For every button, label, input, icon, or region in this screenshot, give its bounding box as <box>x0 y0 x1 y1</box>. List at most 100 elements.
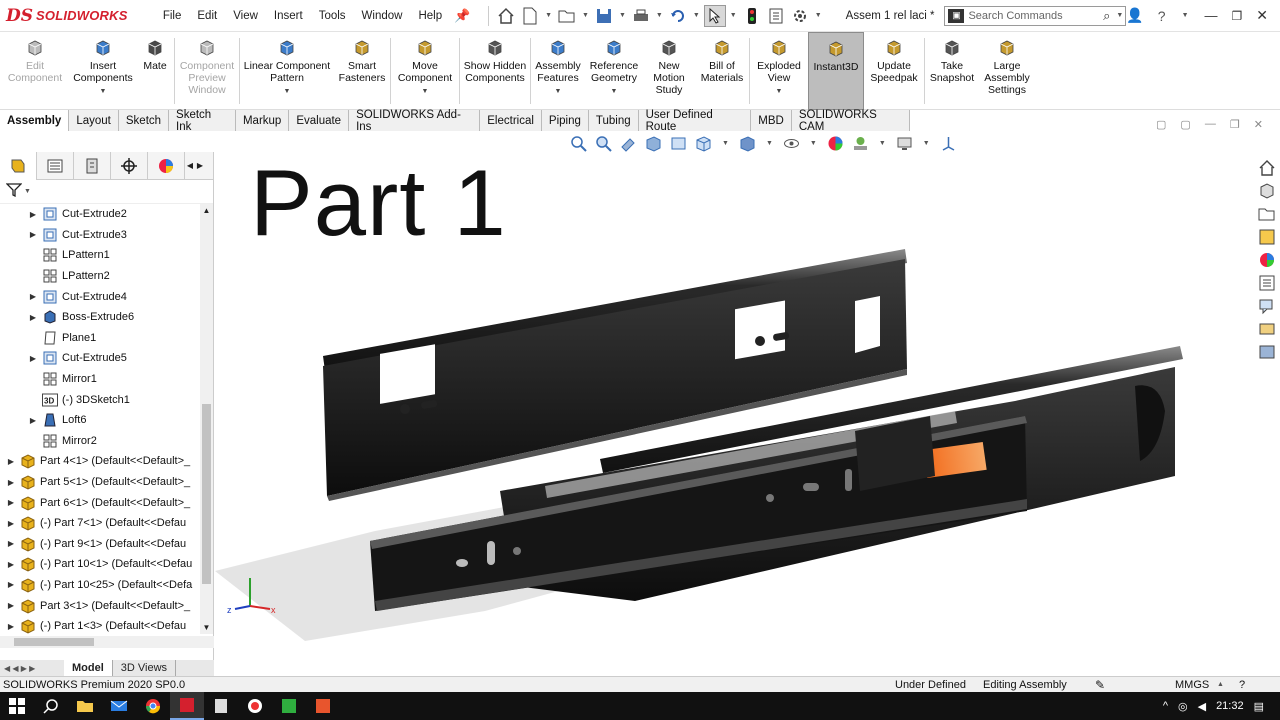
chrome-taskbar-icon[interactable] <box>136 692 170 720</box>
doc-restore-icon[interactable]: ❐ <box>1230 118 1240 131</box>
doc-close-icon[interactable]: ✕ <box>1254 118 1263 131</box>
tab-scroll-right-icon[interactable]: ▶ <box>195 161 205 170</box>
search-dropdown-icon[interactable]: ▼ <box>1116 12 1123 19</box>
expand-arrow-icon[interactable]: ▶ <box>6 601 16 610</box>
display-manager-tab-icon[interactable] <box>148 151 185 180</box>
expand-arrow-icon[interactable]: ▶ <box>6 539 16 548</box>
tab-model[interactable]: Model <box>64 660 113 676</box>
tree-node[interactable]: Mirror1 <box>0 369 200 390</box>
scroll-up-icon[interactable]: ▲ <box>200 204 213 215</box>
tree-hscroll-thumb[interactable] <box>14 638 94 646</box>
new-motion-study-button[interactable]: New Motion Study <box>643 32 695 110</box>
command-dropdown-icon[interactable]: ▼ <box>100 86 107 98</box>
options-dropdown-icon[interactable]: ▼ <box>815 12 822 19</box>
tree-node[interactable]: Mirror2 <box>0 431 200 452</box>
insert-components-button[interactable]: Insert Components ▼ <box>70 32 136 110</box>
tree-node[interactable]: ▶ Part 5<1> (Default<<Default>_ <box>0 472 200 493</box>
tree-node[interactable]: ▶ Boss-Extrude6 <box>0 307 200 328</box>
tab-solidworks-cam[interactable]: SOLIDWORKS CAM <box>791 109 910 133</box>
camtasia-taskbar-icon[interactable] <box>272 692 306 720</box>
menu-window[interactable]: Window <box>354 10 411 22</box>
custom-properties-icon[interactable] <box>1257 273 1277 293</box>
command-dropdown-icon[interactable]: ▼ <box>776 86 783 98</box>
expand-arrow-icon[interactable]: ▶ <box>6 478 16 487</box>
expand-arrow-icon[interactable]: ▶ <box>28 416 38 425</box>
update-speedpak-button[interactable]: Update Speedpak <box>864 32 924 110</box>
menu-tools[interactable]: Tools <box>311 10 354 22</box>
tab-assembly[interactable]: Assembly <box>0 110 70 131</box>
graphics-area[interactable]: ▼ ▼ ▼ ▼ ▼ Part 1 x z <box>215 131 1253 676</box>
mate-button[interactable]: Mate <box>136 32 174 110</box>
taskbar-search-icon[interactable] <box>34 692 68 720</box>
expand-arrow-icon[interactable]: ▶ <box>28 210 38 219</box>
large-assembly-settings-button[interactable]: Large Assembly Settings <box>979 32 1035 110</box>
file-explorer-taskbar-icon[interactable] <box>68 692 102 720</box>
tab-solidworks-add-ins[interactable]: SOLIDWORKS Add-Ins <box>349 109 481 133</box>
new-dropdown-icon[interactable]: ▼ <box>545 12 552 19</box>
show-hidden-components-button[interactable]: Show Hidden Components <box>460 32 530 110</box>
restore-icon[interactable]: ❐ <box>1232 9 1243 23</box>
tree-vertical-scrollbar[interactable]: ▲ ▼ <box>200 204 213 634</box>
command-dropdown-icon[interactable]: ▼ <box>422 86 429 98</box>
feature-tree-tab-icon[interactable] <box>0 151 37 180</box>
move-component-button[interactable]: Move Component ▼ <box>391 32 459 110</box>
tree-node[interactable]: ▶ (-) Part 10<1> (Default<<Defau <box>0 554 200 575</box>
tree-node[interactable]: ▶ Cut-Extrude4 <box>0 286 200 307</box>
menu-view[interactable]: View <box>225 10 266 22</box>
tree-node[interactable]: ▶ (-) Part 1<3> (Default<<Defau <box>0 616 200 634</box>
drawer-slide-model[interactable]: x z <box>215 131 1253 676</box>
tree-horizontal-scrollbar[interactable] <box>0 636 214 648</box>
file-properties-icon[interactable] <box>765 5 787 27</box>
pin-menu-icon[interactable]: 📌 <box>454 8 470 24</box>
command-dropdown-icon[interactable]: ▼ <box>284 86 291 98</box>
options-gear-icon[interactable] <box>789 5 811 27</box>
expand-arrow-icon[interactable]: ▶ <box>6 498 16 507</box>
windows-start-icon[interactable] <box>0 692 34 720</box>
expand-arrow-icon[interactable]: ▶ <box>6 580 16 589</box>
tab-mbd[interactable]: MBD <box>751 110 792 131</box>
instant3d-button[interactable]: Instant3D <box>808 32 864 110</box>
units-selector[interactable]: MMGS <box>1175 679 1215 691</box>
expand-arrow-icon[interactable]: ▶ <box>28 354 38 363</box>
clock-time[interactable]: 21:32 <box>1216 700 1244 712</box>
view-palette-icon[interactable] <box>1257 227 1277 247</box>
minimize-icon[interactable]: — <box>1205 8 1218 23</box>
tab-layout[interactable]: Layout <box>69 110 119 131</box>
linear-component-pattern-button[interactable]: Linear Component Pattern ▼ <box>240 32 334 110</box>
tree-scroll-thumb[interactable] <box>202 404 211 584</box>
tab-scroll-left-icon[interactable]: ◀ <box>185 161 195 170</box>
tab-electrical[interactable]: Electrical <box>480 110 542 131</box>
tree-node[interactable]: ▶ (-) Part 9<1> (Default<<Defau <box>0 534 200 555</box>
tab-markup[interactable]: Markup <box>235 110 290 131</box>
print-icon[interactable] <box>630 5 652 27</box>
units-dropdown-icon[interactable]: ▲ <box>1217 681 1237 688</box>
tree-node[interactable]: ▶ (-) Part 7<1> (Default<<Defau <box>0 513 200 534</box>
expand-arrow-icon[interactable]: ▶ <box>28 292 38 301</box>
solidworks-forum-icon[interactable] <box>1257 319 1277 339</box>
save-dropdown-icon[interactable]: ▼ <box>619 12 626 19</box>
take-snapshot-button[interactable]: Take Snapshot <box>925 32 979 110</box>
undo-icon[interactable] <box>667 5 689 27</box>
tile-right-icon[interactable]: ▢ <box>1180 118 1190 131</box>
tree-node[interactable]: ▶ (-) Part 10<25> (Default<<Defa <box>0 575 200 596</box>
tree-node[interactable]: Plane1 <box>0 328 200 349</box>
tree-node[interactable]: ▶ Cut-Extrude5 <box>0 348 200 369</box>
command-dropdown-icon[interactable]: ▼ <box>611 86 618 98</box>
new-document-icon[interactable] <box>519 5 541 27</box>
search-commands-field[interactable]: ▣ Search Commands ⌕ ▼ <box>944 5 1127 26</box>
dimxpert-tab-icon[interactable] <box>111 151 148 180</box>
tree-node[interactable]: LPattern2 <box>0 266 200 287</box>
menu-edit[interactable]: Edit <box>189 10 225 22</box>
traffic-light-icon[interactable] <box>741 5 763 27</box>
design-library-icon[interactable] <box>1257 181 1277 201</box>
menu-file[interactable]: File <box>155 10 190 22</box>
tab-evaluate[interactable]: Evaluate <box>289 110 350 131</box>
save-icon[interactable] <box>593 5 615 27</box>
record-taskbar-icon[interactable] <box>238 692 272 720</box>
tab-3d-views[interactable]: 3D Views <box>113 660 177 676</box>
expand-arrow-icon[interactable]: ▶ <box>28 230 38 239</box>
tab-tubing[interactable]: Tubing <box>588 110 639 131</box>
edit-component-button[interactable]: Edit Component <box>0 32 70 110</box>
scroll-down-icon[interactable]: ▼ <box>200 623 213 632</box>
rebuild-icon[interactable]: ✎ <box>1095 678 1175 692</box>
